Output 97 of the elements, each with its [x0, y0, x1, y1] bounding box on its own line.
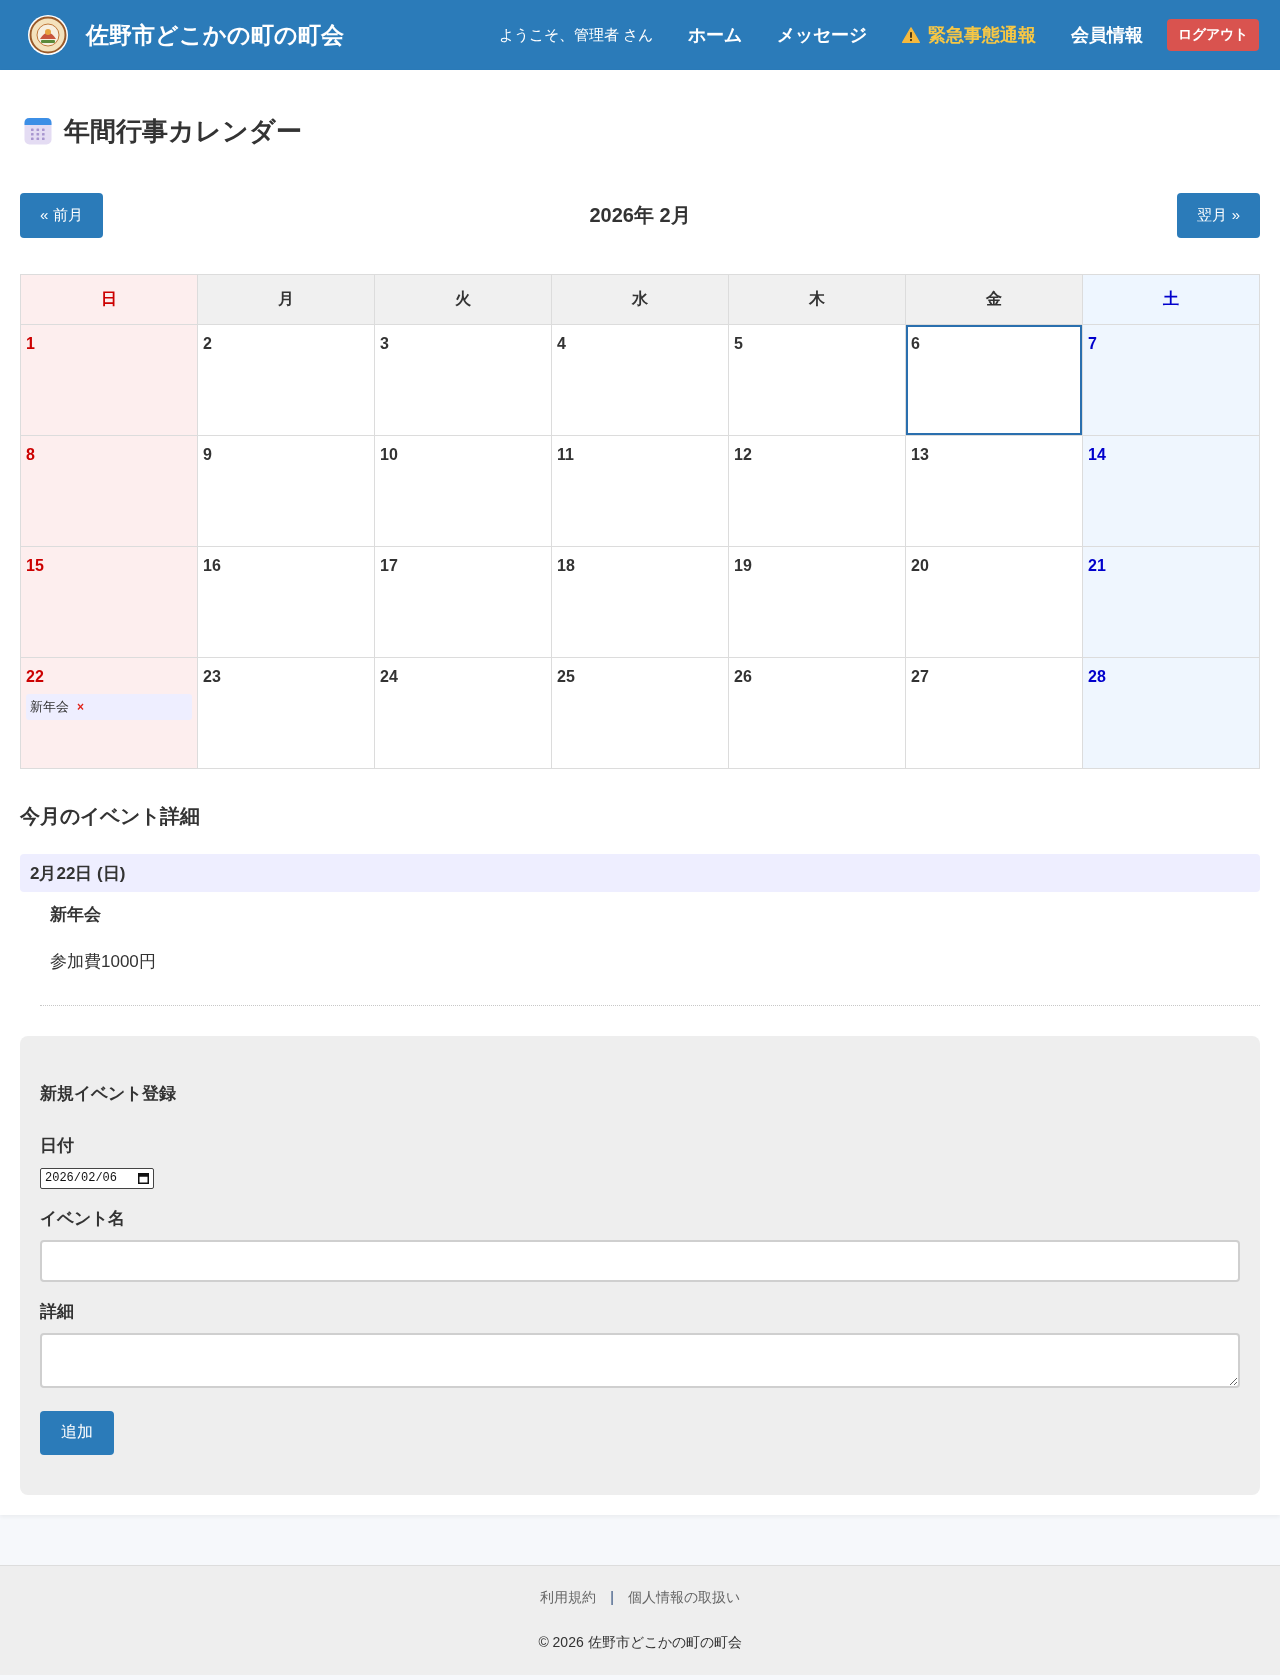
day-cell[interactable]: 13	[905, 435, 1083, 547]
day-cell[interactable]: 9	[197, 435, 375, 547]
day-number: 12	[734, 445, 753, 465]
day-number: 10	[380, 445, 399, 465]
day-number: 11	[557, 445, 575, 465]
event-title: 新年会	[30, 698, 69, 716]
day-cell[interactable]: 4	[551, 324, 729, 436]
day-number: 16	[203, 556, 222, 576]
day-number: 27	[911, 667, 930, 687]
field-label: イベント名	[40, 1207, 126, 1230]
day-number: 25	[557, 667, 576, 687]
day-cell[interactable]: 22 新年会 ×	[20, 657, 198, 769]
day-number: 9	[203, 445, 213, 465]
day-cell[interactable]: 10	[374, 435, 552, 547]
day-cell[interactable]: 24	[374, 657, 552, 769]
day-cell[interactable]: 17	[374, 546, 552, 658]
event-chip[interactable]: 新年会 ×	[26, 694, 192, 720]
day-cell[interactable]: 8	[20, 435, 198, 547]
day-cell[interactable]: 12	[728, 435, 906, 547]
day-cell[interactable]: 26	[728, 657, 906, 769]
day-number: 3	[380, 334, 390, 354]
logout-button[interactable]: ログアウト	[1167, 19, 1259, 51]
day-cell[interactable]: 5	[728, 324, 906, 436]
delete-button[interactable]: ×	[75, 700, 86, 714]
day-number: 19	[734, 556, 753, 576]
page-title: 年間行事カレンダー	[64, 114, 302, 148]
nav-link[interactable]: 会員情報	[1071, 23, 1143, 47]
date-header: 2月22日 (日)	[20, 854, 1260, 892]
day-cell[interactable]: 3	[374, 324, 552, 436]
weekday-header: 日	[20, 274, 198, 325]
day-cell[interactable]: 25	[551, 657, 729, 769]
day-number: 2	[203, 334, 213, 354]
weekday-header: 木	[728, 274, 906, 325]
day-cell[interactable]: 14	[1082, 435, 1260, 547]
field-label: 日付	[40, 1135, 75, 1157]
weekday-header: 火	[374, 274, 552, 325]
nav-link[interactable]: ホーム	[688, 23, 742, 47]
day-cell[interactable]: 11	[551, 435, 729, 547]
weekday-header: 月	[197, 274, 375, 325]
day-number: 26	[734, 667, 753, 687]
previous-month-button[interactable]: « 前月	[20, 193, 103, 238]
welcome-text: ようこそ、管理者 さん	[498, 25, 653, 45]
day-number: 4	[557, 334, 567, 354]
calendar-icon	[138, 1172, 149, 1184]
day-cell[interactable]: 19	[728, 546, 906, 658]
alert-label: 緊急事態通報	[928, 24, 1036, 47]
event-name-field[interactable]	[40, 1239, 1240, 1282]
day-cell[interactable]: 23	[197, 657, 375, 769]
add-button[interactable]: 追加	[40, 1410, 114, 1455]
day-number: 24	[380, 667, 399, 687]
day-number: 23	[203, 667, 222, 687]
next-month-button[interactable]: 翌月 »	[1177, 193, 1260, 238]
details-field[interactable]	[40, 1332, 1240, 1388]
day-cell[interactable]: 6	[905, 324, 1083, 436]
day-number: 8	[26, 445, 36, 465]
day-cell[interactable]: 28	[1082, 657, 1260, 769]
calendar-icon	[24, 117, 52, 145]
separator-text: |	[610, 1587, 614, 1607]
footer-link[interactable]: 個人情報の取扱い	[627, 1586, 740, 1607]
day-number: 14	[1088, 445, 1107, 465]
day-number: 28	[1088, 667, 1107, 687]
day-number: 6	[911, 334, 921, 354]
weekday-header: 土	[1082, 274, 1260, 325]
day-number: 21	[1088, 556, 1107, 576]
day-number: 22	[26, 667, 45, 687]
day-cell[interactable]: 20	[905, 546, 1083, 658]
weekday-header: 水	[551, 274, 729, 325]
event-title: 新年会	[50, 905, 102, 925]
day-cell[interactable]: 2	[197, 324, 375, 436]
day-number: 18	[557, 556, 576, 576]
day-number: 7	[1088, 334, 1098, 354]
day-cell[interactable]: 7	[1082, 324, 1260, 436]
day-cell[interactable]: 1	[20, 324, 198, 436]
current-month: 2026年 2月	[589, 203, 691, 228]
footer-link[interactable]: 利用規約	[540, 1586, 597, 1607]
date-field[interactable]: 2026/02/06	[40, 1167, 154, 1189]
day-number: 5	[734, 334, 744, 354]
day-cell[interactable]: 15	[20, 546, 198, 658]
site-title[interactable]: 佐野市どこかの町の町会	[86, 19, 344, 51]
form-heading: 新規イベント登録	[40, 1083, 177, 1105]
nav-link[interactable]: メッセージ	[777, 23, 867, 47]
warning-icon	[902, 27, 920, 43]
day-cell[interactable]: 16	[197, 546, 375, 658]
day-number: 1	[26, 334, 36, 354]
event-description: 参加費1000円	[50, 952, 157, 972]
day-number: 13	[911, 445, 930, 465]
field-label: 詳細	[40, 1300, 75, 1323]
day-number: 15	[26, 556, 45, 576]
day-number: 17	[380, 556, 399, 576]
emblem-icon	[27, 14, 69, 56]
copyright-text: © 2026 佐野市どこかの町の町会	[537, 1632, 743, 1652]
day-cell[interactable]: 27	[905, 657, 1083, 769]
day-cell[interactable]: 18	[551, 546, 729, 658]
section-heading: 今月のイベント詳細	[20, 804, 201, 828]
day-cell[interactable]: 21	[1082, 546, 1260, 658]
weekday-header: 金	[905, 274, 1083, 325]
day-number: 20	[911, 556, 930, 576]
